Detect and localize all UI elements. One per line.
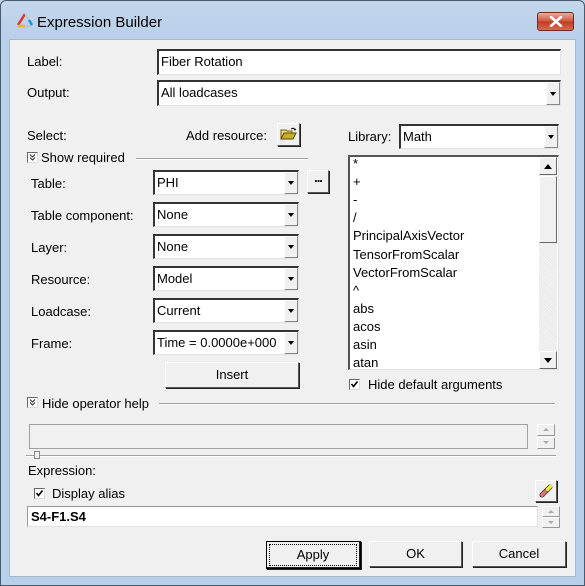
library-list-item[interactable]: VectorFromScalar (353, 265, 457, 280)
resource-label: Resource: (31, 272, 91, 287)
table-more-button[interactable]: ... (307, 170, 329, 193)
table-component-label: Table component: (31, 208, 134, 223)
scrollbar-thumb[interactable] (539, 176, 557, 243)
output-label: Output: (27, 85, 70, 100)
library-list-item[interactable]: - (353, 192, 357, 207)
select-label: Select: (27, 128, 67, 143)
scroll-up-arrow-icon[interactable] (539, 157, 557, 175)
library-list-item[interactable]: asin (353, 337, 377, 352)
app-logo-icon (16, 13, 34, 28)
operator-help-separator (159, 403, 555, 405)
library-label: Library: (348, 129, 392, 144)
chevron-down-icon[interactable] (284, 204, 298, 226)
title-bar[interactable]: Expression Builder (1, 1, 584, 41)
library-list-item[interactable]: ^ (353, 283, 359, 298)
table-component-dropdown[interactable]: None (153, 202, 299, 227)
library-scrollbar[interactable] (539, 157, 557, 369)
expression-spin-up-icon[interactable] (542, 506, 560, 517)
layer-dropdown[interactable]: None (153, 234, 299, 259)
edit-expression-button[interactable] (535, 480, 557, 502)
dialog-body: Label: Fiber Rotation Output: All loadca… (9, 39, 576, 577)
ok-button[interactable]: OK (369, 541, 462, 567)
hide-default-arguments-label: Hide default arguments (368, 377, 503, 392)
scroll-down-arrow-icon[interactable] (539, 351, 557, 369)
display-alias-label: Display alias (52, 486, 125, 501)
close-x-icon (549, 16, 563, 27)
label-input[interactable]: Fiber Rotation (157, 49, 561, 75)
display-alias-checkbox[interactable] (34, 488, 45, 499)
show-required-separator (136, 158, 308, 160)
library-dropdown[interactable]: Math (399, 124, 559, 149)
operator-help-text (29, 424, 528, 449)
chevron-down-icon[interactable] (284, 236, 298, 258)
hide-operator-help-toggle[interactable] (27, 397, 38, 408)
table-label: Table: (31, 176, 66, 191)
close-button[interactable] (537, 12, 574, 31)
help-spin-up-icon[interactable] (537, 424, 555, 436)
library-list-item[interactable]: / (353, 210, 357, 225)
add-resource-button[interactable] (277, 123, 300, 146)
library-list-item[interactable]: acos (353, 319, 380, 334)
resource-dropdown[interactable]: Model (153, 266, 299, 291)
library-list-item[interactable]: PrincipalAxisVector (353, 228, 464, 243)
chevron-down-icon[interactable] (284, 268, 298, 290)
show-required-toggle[interactable] (27, 152, 38, 163)
window-title: Expression Builder (37, 14, 163, 31)
output-value: All loadcases (161, 85, 238, 100)
output-dropdown[interactable]: All loadcases (157, 80, 561, 106)
splitter-handle[interactable] (34, 451, 40, 459)
chevron-down-icon[interactable] (546, 82, 560, 105)
layer-label: Layer: (31, 240, 68, 255)
library-value: Math (403, 129, 432, 144)
apply-button[interactable]: Apply (266, 541, 361, 569)
chevron-down-icon[interactable] (544, 126, 558, 148)
chevron-down-icon[interactable] (284, 172, 298, 194)
expression-label: Expression: (28, 463, 96, 478)
library-list-item[interactable]: atan (353, 355, 378, 369)
hide-operator-help-label: Hide operator help (42, 396, 149, 411)
frame-dropdown[interactable]: Time = 0.0000e+000 (153, 330, 299, 355)
pencil-edit-icon (539, 484, 553, 498)
hide-default-arguments-checkbox[interactable] (349, 379, 360, 390)
library-function-list[interactable]: * + - / PrincipalAxisVector TensorFromScalar V… (348, 155, 559, 370)
checkmark-icon (350, 381, 359, 388)
checkmark-icon (35, 490, 44, 497)
layer-value: None (157, 239, 189, 254)
splitter-line (26, 455, 556, 457)
expression-spin-down-icon[interactable] (542, 517, 560, 528)
expression-input[interactable]: S4-F1.S4 (27, 506, 538, 527)
cancel-button[interactable]: Cancel (472, 541, 566, 567)
resource-value: Model (157, 271, 193, 286)
expression-builder-window: Expression Builder Label: Fiber Rotation… (0, 0, 585, 586)
library-list-item[interactable]: abs (353, 301, 374, 316)
help-spin-down-icon[interactable] (537, 437, 555, 449)
library-list-item[interactable]: + (353, 174, 361, 189)
table-dropdown[interactable]: PHI (153, 170, 299, 195)
show-required-label: Show required (41, 150, 125, 165)
add-resource-label: Add resource: (186, 128, 267, 143)
chevron-down-icon[interactable] (284, 300, 298, 322)
loadcase-label: Loadcase: (31, 304, 91, 319)
frame-value: Time = 0.0000e+000 (157, 335, 277, 350)
frame-label: Frame: (31, 336, 73, 351)
label-field-label: Label: (27, 54, 63, 69)
library-list-item[interactable]: * (353, 157, 358, 171)
table-value: PHI (157, 175, 179, 190)
loadcase-dropdown[interactable]: Current (153, 298, 299, 323)
loadcase-value: Current (157, 303, 201, 318)
double-chevron-down-icon (29, 154, 36, 161)
chevron-down-icon[interactable] (284, 332, 298, 354)
library-list-item[interactable]: TensorFromScalar (353, 247, 459, 262)
double-chevron-down-icon (29, 399, 36, 406)
insert-button[interactable]: Insert (165, 362, 299, 388)
table-component-value: None (157, 207, 189, 222)
open-folder-icon (280, 127, 297, 140)
